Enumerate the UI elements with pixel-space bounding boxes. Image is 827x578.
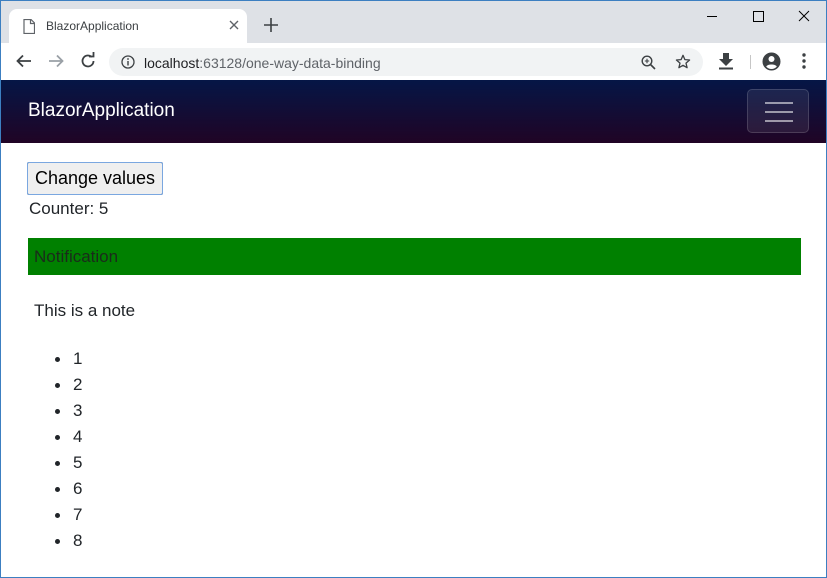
hamburger-icon-bar xyxy=(765,111,793,113)
account-icon[interactable] xyxy=(762,52,781,71)
list-item-text: 1 xyxy=(73,349,83,368)
forward-icon[interactable] xyxy=(47,52,65,70)
list-item-text: 6 xyxy=(73,479,83,498)
change-values-button[interactable]: Change values xyxy=(27,162,163,195)
close-icon[interactable] xyxy=(227,18,241,32)
plus-icon[interactable] xyxy=(262,16,280,34)
list-item-text: 5 xyxy=(73,453,83,472)
note-text: This is a note xyxy=(34,301,136,320)
star-icon[interactable] xyxy=(675,54,691,70)
browser-toolbar: localhost:63128/one-way-data-binding xyxy=(1,43,826,80)
counter-text: Counter: 5 xyxy=(29,199,109,218)
back-icon[interactable] xyxy=(15,52,33,70)
zoom-icon[interactable] xyxy=(641,55,656,70)
list-item-text: 3 xyxy=(73,401,83,420)
info-icon[interactable] xyxy=(121,55,135,69)
hamburger-icon xyxy=(765,102,793,104)
url-text[interactable]: localhost:63128/one-way-data-binding xyxy=(144,55,381,71)
navbar-toggler-button[interactable] xyxy=(747,89,809,133)
browser-tab[interactable]: BlazorApplication xyxy=(9,9,247,43)
bullet-icon xyxy=(55,461,60,466)
download-icon[interactable] xyxy=(717,52,735,70)
bullet-icon xyxy=(55,435,60,440)
address-bar[interactable]: localhost:63128/one-way-data-binding xyxy=(109,48,703,76)
list-item-text: 7 xyxy=(73,505,83,524)
hamburger-icon-bar xyxy=(765,120,793,122)
more-icon[interactable] xyxy=(798,52,810,70)
browser-titlebar: BlazorApplication xyxy=(1,1,826,43)
list-item-text: 2 xyxy=(73,375,83,394)
toolbar-separator xyxy=(750,55,751,69)
reload-icon[interactable] xyxy=(79,52,97,70)
notification-text: Notification xyxy=(34,247,119,266)
bullet-icon xyxy=(55,383,60,388)
app-navbar: BlazorApplication xyxy=(1,80,826,143)
list-item-text: 8 xyxy=(73,531,83,550)
close-window-icon[interactable] xyxy=(781,1,827,31)
tab-title: BlazorApplication xyxy=(46,19,139,33)
notification-banner: Notification xyxy=(28,238,801,275)
bullet-icon xyxy=(55,487,60,492)
bullet-icon xyxy=(55,513,60,518)
list-item-text: 4 xyxy=(73,427,83,446)
page-icon xyxy=(23,19,35,34)
bullet-icon xyxy=(55,357,60,362)
bullet-icon xyxy=(55,409,60,414)
maximize-icon[interactable] xyxy=(735,1,781,31)
navbar-brand[interactable]: BlazorApplication xyxy=(28,100,175,122)
bullet-icon xyxy=(55,539,60,544)
url-path: :63128/one-way-data-binding xyxy=(199,55,381,71)
minimize-icon[interactable] xyxy=(689,1,735,31)
url-host: localhost xyxy=(144,55,200,71)
main-content: Change values Counter: 5 Notification Th… xyxy=(1,143,826,577)
